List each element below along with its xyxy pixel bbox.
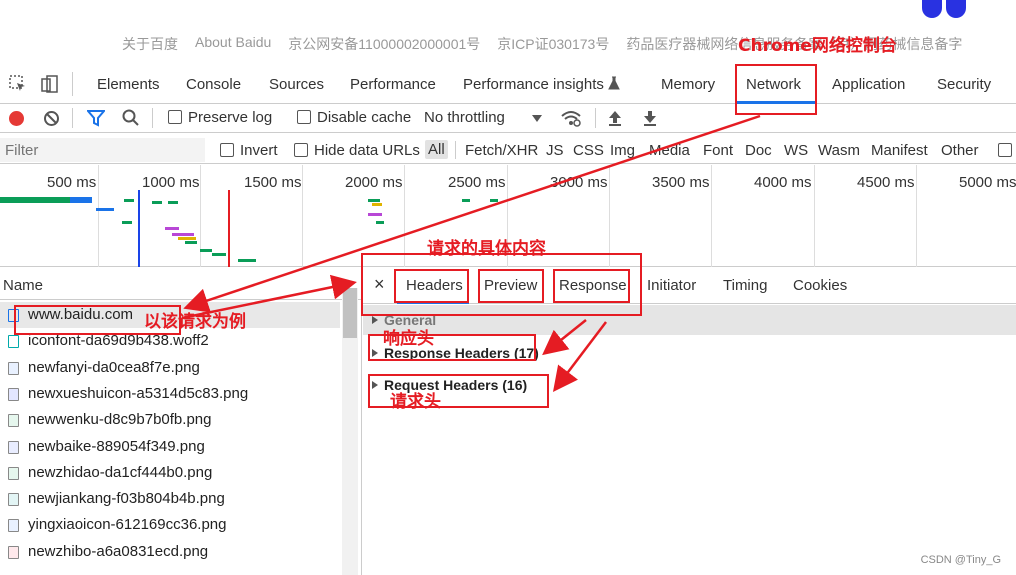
annotation-arrows [181,114,761,392]
arrow-tabs-to-response-headers [542,319,587,356]
arrow-tabs-to-request-headers [552,321,607,392]
watermark: CSDN @Tiny_G [920,554,1001,566]
arrow-network-to-request [183,114,761,313]
